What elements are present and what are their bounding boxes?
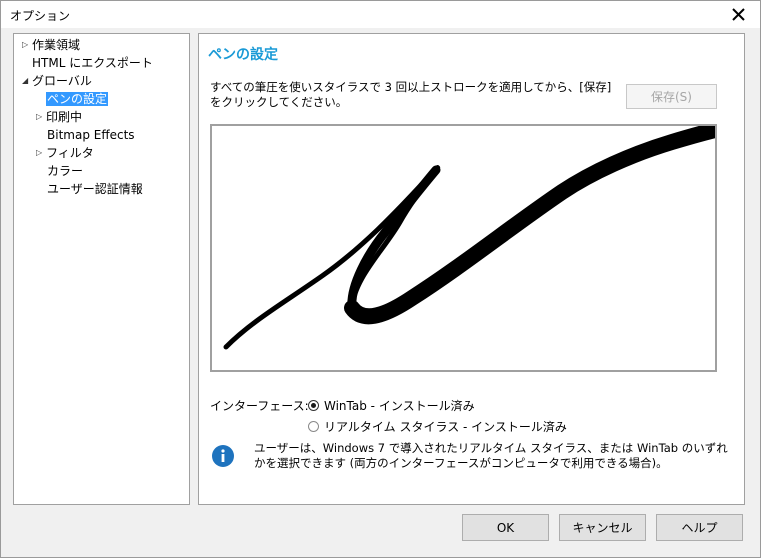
radio-indicator-checked[interactable] — [308, 399, 319, 411]
tree-item-global[interactable]: ◢ グローバル — [22, 73, 92, 89]
tree-item-pen-settings[interactable]: ペンの設定 — [46, 91, 109, 107]
tree-item-printing[interactable]: ▷ 印刷中 — [36, 109, 82, 125]
radio-realtime-label: リアルタイム スタイラス - インストール済み — [324, 419, 567, 434]
help-button[interactable]: ヘルプ — [656, 514, 743, 541]
tree-item-user-credentials[interactable]: ユーザー認証情報 — [47, 181, 143, 197]
save-button[interactable]: 保存(S) — [626, 84, 717, 109]
expand-arrow-icon[interactable]: ▷ — [36, 109, 46, 125]
pen-stroke-canvas[interactable] — [210, 122, 723, 372]
panel-title: ペンの設定 — [208, 47, 278, 63]
cancel-button[interactable]: キャンセル — [559, 514, 646, 541]
radio-indicator-unchecked[interactable] — [308, 420, 319, 432]
close-button[interactable] — [716, 1, 760, 28]
tree-item-color[interactable]: カラー — [47, 163, 83, 179]
title-bar: オプション — [1, 1, 760, 28]
tree-item-bitmap-effects[interactable]: Bitmap Effects — [47, 127, 135, 143]
info-icon — [212, 445, 234, 467]
window-title: オプション — [10, 9, 71, 23]
radio-wintab-label: WinTab - インストール済み — [324, 398, 475, 413]
ok-button[interactable]: OK — [462, 514, 549, 541]
interface-label: インターフェース: — [210, 399, 309, 413]
info-text: ユーザーは、Windows 7 で導入されたリアルタイム スタイラス、または W… — [254, 441, 728, 470]
collapse-arrow-icon[interactable]: ◢ — [22, 73, 32, 89]
expand-arrow-icon[interactable]: ▷ — [22, 37, 32, 53]
category-tree[interactable]: ▷ 作業領域 HTML にエクスポート ◢ グローバル ペンの設定 ▷ 印刷中 Bit… — [13, 33, 190, 505]
stroke-drawing — [223, 122, 723, 350]
tree-item-html-export[interactable]: HTML にエクスポート — [32, 55, 153, 71]
pen-settings-panel: ペンの設定 すべての筆圧を使いスタイラスで 3 回以上ストロークを適用してから、… — [198, 33, 745, 505]
tree-item-filter[interactable]: ▷ フィルタ — [36, 145, 94, 161]
radio-realtime-stylus[interactable]: リアルタイム スタイラス - インストール済み — [308, 418, 567, 434]
instructions-text: すべての筆圧を使いスタイラスで 3 回以上ストロークを適用してから、[保存] を… — [210, 80, 612, 109]
expand-arrow-icon[interactable]: ▷ — [36, 145, 46, 161]
close-icon — [731, 8, 745, 21]
radio-wintab[interactable]: WinTab - インストール済み — [308, 397, 475, 413]
tree-item-workspace[interactable]: ▷ 作業領域 — [22, 37, 80, 53]
